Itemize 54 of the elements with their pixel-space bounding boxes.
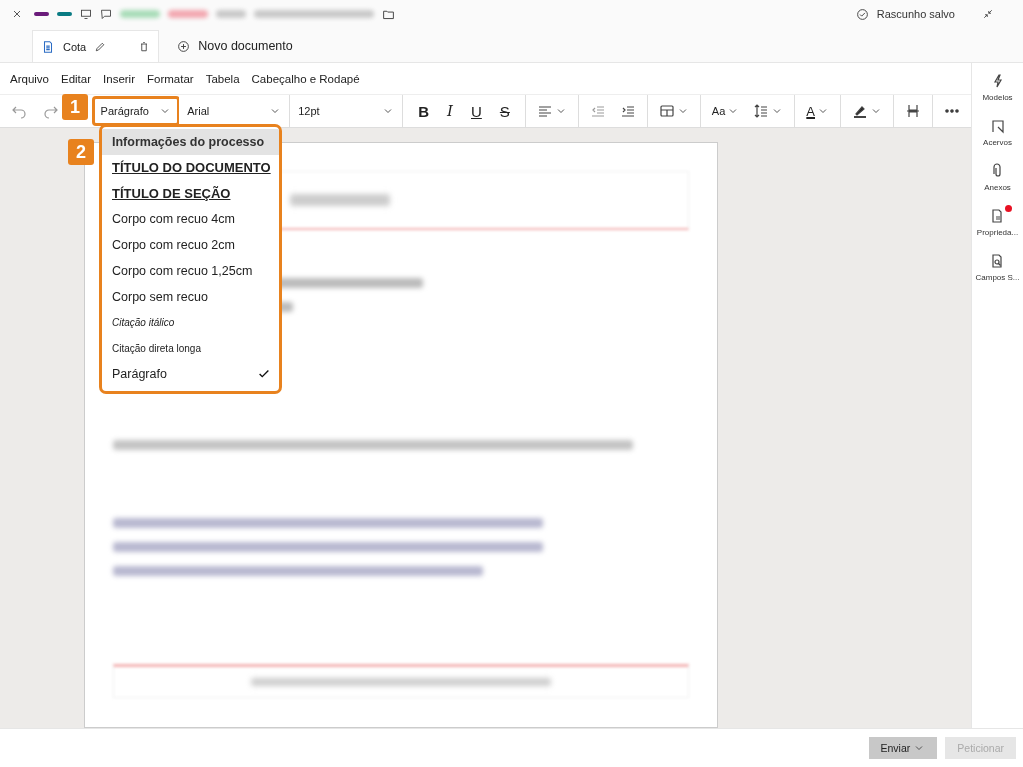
- check-circle-icon: [855, 7, 869, 21]
- outdent-icon: [589, 103, 606, 119]
- style-option[interactable]: Parágrafo: [102, 361, 279, 387]
- menu-item[interactable]: Editar: [55, 72, 98, 85]
- sidebar-item[interactable]: Proprieda...: [976, 208, 1019, 237]
- save-status: Rascunho salvo: [876, 8, 955, 20]
- sidebar-item[interactable]: Acervos: [983, 118, 1012, 147]
- step-badge: 1: [62, 94, 88, 120]
- line-spacing-icon: [753, 103, 770, 119]
- style-option[interactable]: Corpo com recuo 4cm: [102, 206, 279, 233]
- align-left-icon: [536, 103, 553, 119]
- new-document-tab[interactable]: Novo documento: [169, 30, 301, 62]
- flag-icon: [989, 118, 1006, 134]
- style-option[interactable]: Corpo com recuo 1,25cm: [102, 258, 279, 284]
- document-icon: [41, 39, 55, 54]
- sidebar-item[interactable]: Anexos: [984, 163, 1011, 192]
- sidebar-item[interactable]: Campos S...: [975, 253, 1020, 282]
- indent-icon: [619, 103, 636, 119]
- pencil-icon: [94, 40, 107, 53]
- format-button[interactable]: I: [444, 102, 456, 120]
- plus-circle-icon: [177, 39, 191, 53]
- font-color-button[interactable]: A: [803, 103, 832, 119]
- text-case-button[interactable]: Aa: [708, 105, 743, 117]
- style-option[interactable]: TÍTULO DO DOCUMENTO: [102, 154, 279, 181]
- step-badge: 2: [68, 139, 94, 165]
- menu-item[interactable]: Inserir: [97, 72, 141, 85]
- format-button[interactable]: U: [468, 102, 485, 120]
- menu-item[interactable]: Formatar: [141, 72, 200, 85]
- format-button[interactable]: S: [496, 102, 513, 120]
- style-option[interactable]: TÍTULO DE SEÇÃO: [102, 180, 279, 207]
- color-tag: [34, 12, 49, 16]
- blurred-text: [120, 10, 160, 18]
- style-option[interactable]: Corpo com recuo 2cm: [102, 232, 279, 258]
- document-tab[interactable]: Cota: [32, 30, 160, 62]
- sidebar-item[interactable]: Modelos: [982, 73, 1013, 102]
- blurred-text: [168, 10, 208, 18]
- blurred-text: [216, 10, 246, 18]
- page-break-icon: [905, 103, 921, 119]
- color-tag: [57, 12, 72, 16]
- collapse-icon: [982, 8, 994, 20]
- style-option[interactable]: Citação direta longa: [102, 335, 279, 362]
- monitor-icon: [80, 8, 92, 20]
- menu-item[interactable]: Cabeçalho e Rodapé: [245, 72, 366, 85]
- style-option[interactable]: Corpo sem recuo: [102, 283, 279, 310]
- paragraph-style-dropdown[interactable]: Parágrafo: [92, 97, 180, 125]
- style-option[interactable]: Informações do processo: [102, 129, 279, 155]
- table-icon: [658, 103, 675, 119]
- format-button[interactable]: B: [415, 102, 433, 120]
- chat-icon: [100, 8, 112, 20]
- action-button[interactable]: Enviar: [868, 737, 938, 759]
- menu-item[interactable]: Arquivo: [4, 72, 55, 85]
- menu-item[interactable]: Tabela: [199, 72, 246, 85]
- style-option[interactable]: Citação itálico: [102, 309, 279, 336]
- close-icon: [11, 8, 23, 20]
